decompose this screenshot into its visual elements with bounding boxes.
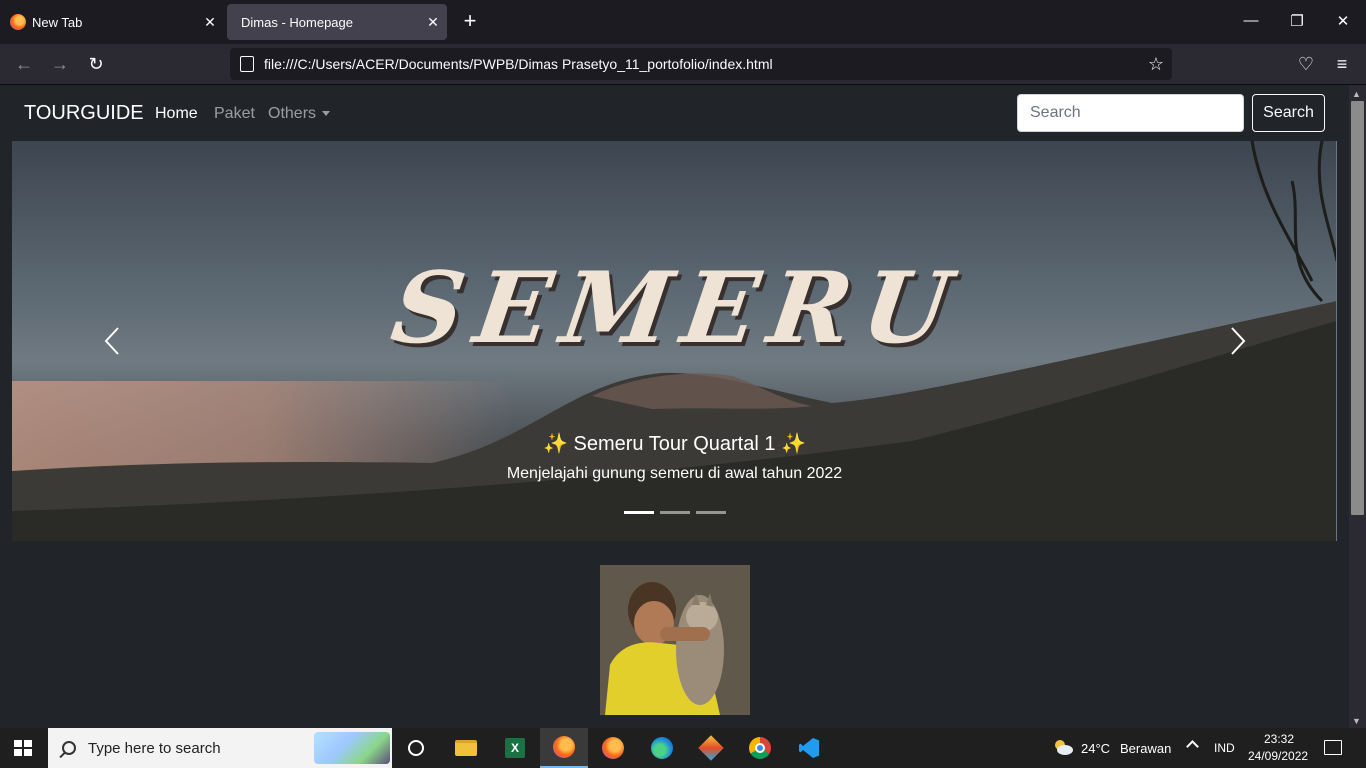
close-tab-icon[interactable]: ✕	[419, 14, 447, 31]
firefox-icon	[10, 14, 26, 30]
firefox-icon	[553, 736, 575, 758]
edge-icon	[651, 737, 673, 759]
tab-title: New Tab	[32, 14, 83, 30]
vscode-icon	[799, 738, 819, 758]
excel-button[interactable]: X	[491, 728, 539, 768]
scroll-up-icon[interactable]: ▲	[1352, 89, 1361, 99]
tab-title: Dimas - Homepage	[241, 14, 353, 30]
forward-button[interactable]: →	[48, 53, 72, 77]
scrollbar-thumb[interactable]	[1351, 101, 1364, 515]
excel-icon: X	[505, 738, 525, 758]
caret-down-icon	[322, 111, 331, 117]
profile-photo-illustration	[600, 565, 750, 715]
nav-link-home[interactable]: Home	[155, 105, 198, 123]
brand-logo[interactable]: TOURGUIDE	[24, 102, 144, 125]
search-button[interactable]: Search	[1252, 94, 1325, 132]
reload-button[interactable]: ↻	[84, 53, 108, 77]
carousel-indicator-2[interactable]	[660, 511, 690, 514]
back-button[interactable]: ←	[12, 53, 36, 77]
nav-link-paket[interactable]: Paket	[214, 105, 255, 123]
profile-photo	[600, 565, 750, 715]
clock-time[interactable]: 23:32	[1264, 732, 1294, 746]
page-icon	[240, 56, 254, 72]
carousel-prev-icon[interactable]	[102, 326, 124, 356]
carousel-indicator-3[interactable]	[696, 511, 726, 514]
carousel-caption-text: Menjelajahi gunung semeru di awal tahun …	[506, 465, 843, 482]
file-explorer-button[interactable]	[442, 728, 490, 768]
minimize-icon[interactable]: —	[1241, 12, 1261, 29]
windows-start-icon[interactable]	[14, 740, 32, 756]
pocket-icon[interactable]: ♡	[1294, 53, 1318, 77]
firefox-icon	[602, 737, 624, 759]
hero-semeru-text: SEMERU	[385, 251, 969, 366]
browser-tab-strip: New Tab ✕ Dimas - Homepage ✕ + — ❐ ✕	[0, 0, 1366, 44]
new-tab-button[interactable]: +	[458, 10, 482, 34]
page-viewport: TOURGUIDE Home Paket Others Search SEMER…	[0, 85, 1349, 728]
search-input[interactable]	[1017, 94, 1244, 132]
search-highlight-image	[314, 732, 390, 764]
git-button[interactable]	[687, 728, 735, 768]
tray-chevron-up-icon[interactable]	[1186, 740, 1199, 753]
taskbar-search-box[interactable]: Type here to search	[48, 728, 392, 768]
bookmark-star-icon[interactable]: ☆	[1148, 54, 1164, 75]
carousel-indicator-1[interactable]	[624, 511, 654, 514]
url-text: file:///C:/Users/ACER/Documents/PWPB/Dim…	[264, 56, 773, 72]
carousel-caption-title: ✨ Semeru Tour Quartal 1 ✨	[543, 433, 806, 455]
windows-taskbar: Type here to search X 24°C Berawan IND 2…	[0, 728, 1366, 768]
folder-icon	[455, 740, 477, 756]
edge-button[interactable]	[638, 728, 686, 768]
language-indicator[interactable]: IND	[1214, 741, 1235, 755]
carousel-border	[1336, 141, 1337, 541]
nav-dropdown-label: Others	[268, 105, 317, 122]
notification-icon[interactable]	[1324, 740, 1342, 755]
carousel-next-icon[interactable]	[1226, 326, 1248, 356]
scroll-down-icon[interactable]: ▼	[1352, 716, 1361, 726]
git-icon	[698, 735, 724, 761]
vscode-button[interactable]	[785, 728, 833, 768]
browser-toolbar: ← → ↻ file:///C:/Users/ACER/Documents/PW…	[0, 44, 1366, 85]
firefox-button[interactable]	[589, 728, 637, 768]
tab-new-tab[interactable]: New Tab ✕	[0, 4, 224, 40]
address-bar[interactable]: file:///C:/Users/ACER/Documents/PWPB/Dim…	[230, 48, 1172, 80]
close-window-icon[interactable]: ✕	[1333, 12, 1353, 30]
menu-icon[interactable]: ≡	[1330, 53, 1354, 77]
hero-carousel: SEMERU ✨ Semeru Tour Quartal 1 ✨ Menjela…	[12, 141, 1337, 541]
cortana-icon	[408, 740, 424, 756]
firefox-active-button[interactable]	[540, 728, 588, 768]
carousel-indicators	[624, 511, 726, 514]
chrome-button[interactable]	[736, 728, 784, 768]
chrome-icon	[749, 737, 771, 759]
search-icon	[62, 741, 76, 755]
restore-icon[interactable]: ❐	[1287, 12, 1307, 30]
tab-dimas-homepage[interactable]: Dimas - Homepage ✕	[227, 4, 447, 40]
close-tab-icon[interactable]: ✕	[196, 14, 224, 31]
taskbar-search-placeholder: Type here to search	[88, 739, 221, 757]
weather-temperature[interactable]: 24°C	[1081, 741, 1110, 756]
cortana-button[interactable]	[392, 728, 440, 768]
weather-cloud-sun-icon[interactable]	[1052, 738, 1074, 756]
weather-description[interactable]: Berawan	[1120, 741, 1171, 756]
nav-dropdown-others[interactable]: Others	[268, 105, 331, 123]
clock-date[interactable]: 24/09/2022	[1248, 749, 1308, 763]
page-scrollbar[interactable]: ▲ ▼	[1349, 85, 1366, 728]
site-navbar: TOURGUIDE Home Paket Others Search	[0, 85, 1349, 141]
